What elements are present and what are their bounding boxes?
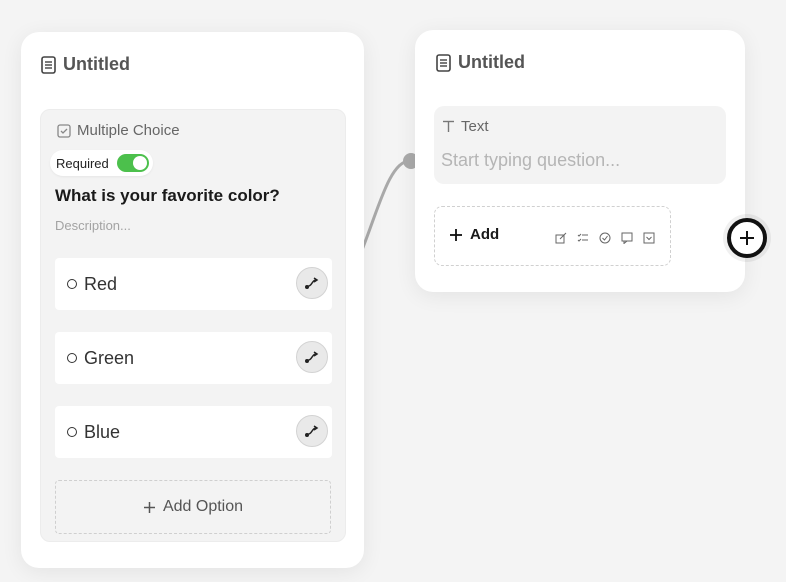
block-type: Text [442, 118, 489, 135]
question-text[interactable]: What is your favorite color? [55, 186, 280, 206]
question-type: Multiple Choice [57, 122, 180, 139]
branch-logic-button[interactable] [296, 341, 328, 373]
required-label: Required [56, 155, 109, 171]
form-card-untitled-1: Untitled Multiple Choice Required What i… [21, 32, 364, 568]
question-type-label: Multiple Choice [77, 122, 180, 139]
option-label[interactable]: Blue [84, 422, 120, 443]
option-row[interactable]: Blue [55, 406, 332, 458]
required-toggle-pill[interactable]: Required [50, 150, 153, 176]
add-option-label: Add Option [162, 498, 244, 515]
add-node-button[interactable] [727, 218, 767, 258]
plus-icon [143, 501, 155, 513]
form-card-untitled-2: Untitled Text Add [415, 30, 745, 292]
card-title[interactable]: Untitled [436, 52, 525, 73]
radio-icon [67, 279, 77, 289]
card-title[interactable]: Untitled [41, 54, 130, 75]
text-question-block[interactable]: Text [434, 106, 726, 184]
block-type-label: Text [461, 118, 489, 135]
required-toggle[interactable] [116, 154, 149, 172]
radio-icon [67, 353, 77, 363]
checklist-icon[interactable] [577, 231, 589, 243]
dropdown-icon[interactable] [643, 231, 655, 244]
plus-icon [450, 228, 462, 241]
plus-icon [740, 231, 754, 245]
option-row[interactable]: Green [55, 332, 332, 384]
add-option-button[interactable]: Add Option [55, 480, 331, 534]
multiple-choice-block[interactable]: Multiple Choice Required What is your fa… [40, 109, 346, 542]
document-icon [436, 53, 451, 72]
branch-icon [305, 425, 319, 437]
option-label[interactable]: Green [84, 348, 134, 369]
branch-logic-button[interactable] [296, 267, 328, 299]
branch-icon [305, 277, 319, 289]
add-block-button[interactable]: Add [449, 226, 499, 243]
option-label[interactable]: Red [84, 274, 117, 295]
add-block-area: Add [434, 206, 671, 266]
branch-logic-button[interactable] [296, 415, 328, 447]
question-input[interactable] [441, 150, 711, 171]
card-title-label: Untitled [458, 52, 525, 72]
checkbox-icon [57, 123, 71, 138]
text-type-icon [443, 120, 454, 132]
description-field[interactable]: Description... [55, 218, 131, 233]
radio-icon [67, 427, 77, 437]
block-type-shortcuts [555, 231, 655, 245]
add-label: Add [470, 226, 500, 243]
check-circle-icon[interactable] [599, 231, 611, 244]
comment-icon[interactable] [621, 231, 633, 245]
branch-icon [305, 351, 319, 363]
edit-icon[interactable] [555, 231, 567, 244]
option-row[interactable]: Red [55, 258, 332, 310]
card-title-label: Untitled [63, 54, 130, 74]
document-icon [41, 55, 56, 74]
